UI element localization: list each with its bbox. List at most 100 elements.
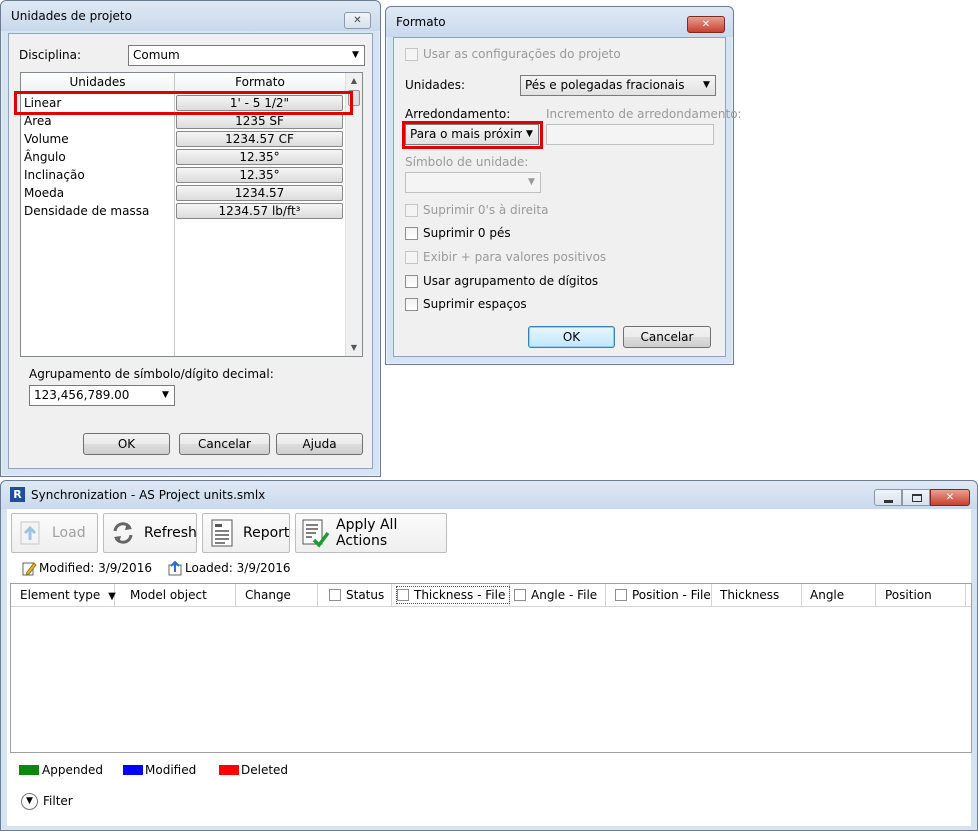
column-header-thickness-file[interactable]: Thickness - File	[392, 584, 511, 606]
digit-grouping-checkbox[interactable]	[405, 275, 418, 288]
column-header-change[interactable]: Change	[236, 584, 318, 606]
modified-text: Modified: 3/9/2016	[39, 561, 152, 575]
units-select[interactable]: Pés e polegadas fracionais ▼	[520, 75, 716, 96]
units-dialog-body: Disciplina: Comum ▼ Unidades Formato Lin…	[8, 33, 373, 469]
column-label: Angle	[810, 588, 845, 602]
column-header-position[interactable]: Position	[876, 584, 966, 606]
digit-grouping-label: Usar agrupamento de dígitos	[423, 274, 599, 288]
column-header-angle-file[interactable]: Angle - File	[510, 584, 606, 606]
suppress-feet-label: Suprimir 0 pés	[423, 226, 511, 240]
column-label: Thickness - File	[414, 588, 506, 602]
discipline-value: Comum	[133, 48, 180, 62]
unit-name: Volume	[24, 132, 69, 146]
suppress-spaces-checkbox[interactable]	[405, 298, 418, 311]
use-project-checkbox[interactable]	[405, 48, 418, 61]
table-row[interactable]: Moeda 1234.57	[21, 184, 346, 202]
close-button[interactable]: ✕	[930, 489, 970, 506]
refresh-button[interactable]: Refresh	[103, 513, 197, 553]
symbol-label: Símbolo de unidade:	[405, 155, 529, 169]
format-dialog-close-button[interactable]: ✕	[687, 16, 725, 33]
show-plus-label: Exibir + para valores positivos	[423, 250, 607, 264]
column-label: Angle - File	[531, 588, 598, 602]
status-column-checkbox[interactable]	[329, 589, 341, 601]
format-column-header[interactable]: Formato	[175, 73, 346, 92]
legend-label-appended: Appended	[42, 763, 104, 777]
suppress-trailing-checkbox[interactable]	[405, 204, 418, 217]
pencil-icon	[22, 562, 37, 576]
format-button[interactable]: 1234.57	[176, 185, 343, 201]
chevron-down-icon: ▼	[352, 50, 359, 60]
column-label: Position - File	[632, 588, 711, 602]
legend: Appended Modified Deleted	[19, 763, 419, 783]
angle-file-column-checkbox[interactable]	[514, 589, 526, 601]
ok-button[interactable]: OK	[528, 326, 615, 348]
units-dialog-close-button[interactable]: ✕	[344, 12, 371, 29]
format-button[interactable]: 1235 SF	[176, 113, 343, 129]
report-label: Report	[243, 525, 290, 541]
table-row[interactable]: Densidade de massa 1234.57 lb/ft³	[21, 202, 346, 220]
position-file-column-checkbox[interactable]	[615, 589, 627, 601]
thickness-file-column-checkbox[interactable]	[397, 589, 409, 601]
grouping-select[interactable]: 123,456,789.00 ▼	[29, 385, 175, 406]
column-label: Change	[245, 588, 291, 602]
discipline-select[interactable]: Comum ▼	[128, 45, 365, 66]
scroll-up-icon[interactable]: ▲	[346, 73, 362, 89]
format-button[interactable]: 12.35°	[176, 149, 343, 165]
show-plus-checkbox[interactable]	[405, 251, 418, 264]
units-table-scrollbar[interactable]: ▲ ▼	[345, 73, 362, 356]
filter-toggle[interactable]: ▼ Filter	[21, 791, 73, 811]
chevron-down-circle-icon: ▼	[21, 792, 38, 810]
help-button[interactable]: Ajuda	[276, 433, 363, 455]
load-button[interactable]: Load	[11, 513, 98, 553]
apply-checkmark-icon	[300, 518, 330, 548]
units-column-header[interactable]: Unidades	[21, 73, 175, 92]
load-icon	[16, 518, 46, 548]
suppress-spaces-label: Suprimir espaços	[423, 297, 527, 311]
sync-title: Synchronization - AS Project units.smlx	[31, 488, 266, 502]
column-header-model-object[interactable]: Model object	[115, 584, 236, 606]
loaded-text: Loaded: 3/9/2016	[185, 561, 291, 575]
report-button[interactable]: Report	[202, 513, 290, 553]
column-header-status[interactable]: Status	[318, 584, 392, 606]
table-row[interactable]: Inclinação 12.35°	[21, 166, 346, 184]
cancel-button[interactable]: Cancelar	[179, 433, 270, 455]
symbol-select[interactable]: ▼	[405, 172, 541, 193]
rounding-label: Arredondamento:	[405, 107, 511, 121]
apply-all-actions-button[interactable]: Apply All Actions	[295, 513, 447, 553]
column-label: Element type	[20, 588, 101, 602]
ok-button[interactable]: OK	[83, 433, 170, 455]
header-divider	[11, 606, 971, 607]
minimize-button[interactable]	[874, 489, 902, 506]
format-dialog-body: Usar as configurações do projeto Unidade…	[393, 37, 742, 357]
column-header-angle[interactable]: Angle	[802, 584, 876, 606]
increment-label: Incremento de arredondamento:	[546, 107, 742, 121]
legend-label-modified: Modified	[145, 763, 197, 777]
units-dialog: Unidades de projeto ✕ Disciplina: Comum …	[0, 0, 381, 477]
column-header-element-type[interactable]: Element type ▼	[11, 584, 116, 606]
format-dialog-titlebar[interactable]: Formato	[386, 7, 733, 37]
increment-input[interactable]	[546, 124, 714, 145]
legend-swatch-appended	[19, 765, 39, 775]
units-dialog-titlebar[interactable]: Unidades de projeto	[1, 1, 380, 31]
scroll-down-icon[interactable]: ▼	[346, 340, 362, 356]
column-header-position-file[interactable]: Position - File	[606, 584, 712, 606]
rounding-highlight	[402, 121, 543, 149]
format-button[interactable]: 1234.57 lb/ft³	[176, 203, 343, 219]
legend-swatch-deleted	[219, 765, 239, 775]
close-icon: ✕	[353, 15, 362, 26]
refresh-label: Refresh	[144, 525, 197, 541]
format-button[interactable]: 12.35°	[176, 167, 343, 183]
sync-titlebar[interactable]: R Synchronization - AS Project units.sml…	[1, 481, 977, 509]
unit-name: Ângulo	[24, 150, 66, 164]
column-header-thickness[interactable]: Thickness	[712, 584, 802, 606]
format-button[interactable]: 1234.57 CF	[176, 131, 343, 147]
cancel-button[interactable]: Cancelar	[623, 326, 711, 348]
use-project-label: Usar as configurações do projeto	[423, 47, 621, 61]
table-row[interactable]: Volume 1234.57 CF	[21, 130, 346, 148]
table-row[interactable]: Ângulo 12.35°	[21, 148, 346, 166]
sync-window: R Synchronization - AS Project units.sml…	[0, 480, 978, 831]
report-icon	[207, 518, 237, 548]
sync-grid[interactable]: Element type ▼ Model object Change Statu…	[10, 583, 972, 753]
suppress-feet-checkbox[interactable]	[405, 227, 418, 240]
maximize-button[interactable]	[902, 489, 930, 506]
